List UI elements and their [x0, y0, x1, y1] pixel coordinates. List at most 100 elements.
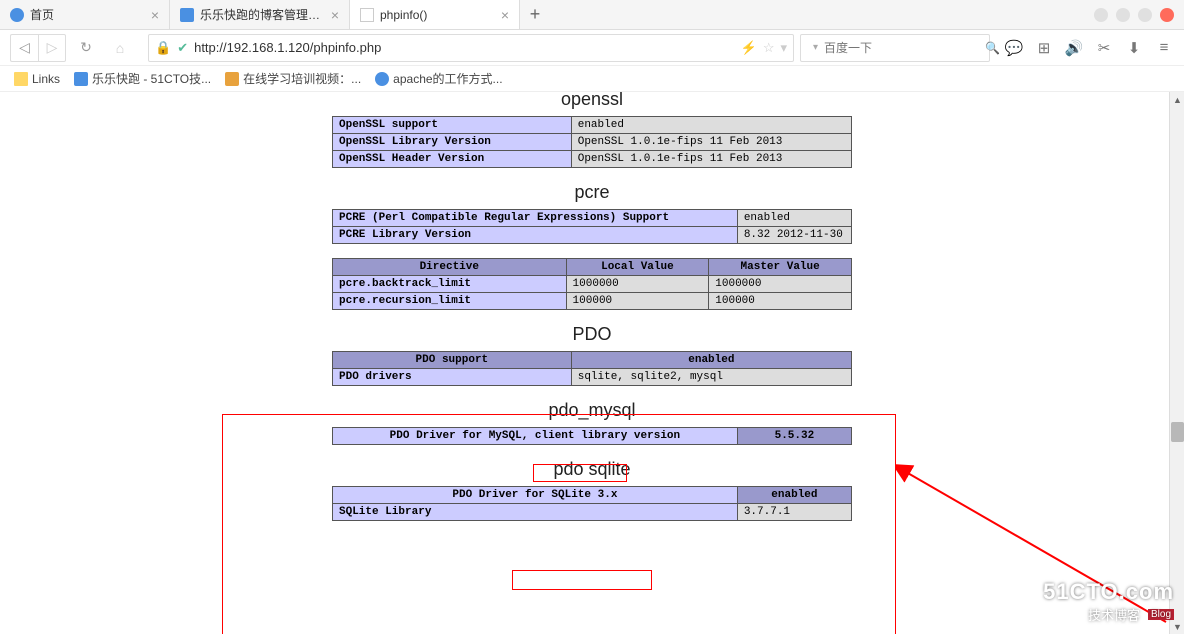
- col-enabled: enabled: [571, 352, 851, 369]
- tab-title: phpinfo(): [380, 8, 495, 22]
- download-icon[interactable]: ⬇: [1124, 38, 1144, 58]
- qr-icon[interactable]: ⊞: [1034, 38, 1054, 58]
- table-row: OpenSSL Header VersionOpenSSL 1.0.1e-fip…: [333, 151, 852, 168]
- tab-phpinfo[interactable]: phpinfo() ×: [350, 0, 520, 29]
- bookmark-training[interactable]: 在线学习培训视频：...: [225, 70, 361, 87]
- cell-val: enabled: [737, 210, 851, 227]
- cell-val: enabled: [571, 117, 851, 134]
- back-button[interactable]: ◁: [10, 34, 38, 62]
- watermark-tag: Blog: [1148, 609, 1174, 620]
- cell-val: 5.5.32: [737, 428, 851, 445]
- table-row: pcre.backtrack_limit10000001000000: [333, 276, 852, 293]
- pcre-main-table: PCRE (Perl Compatible Regular Expression…: [332, 209, 852, 244]
- bookmark-star-icon[interactable]: ☆: [763, 40, 775, 56]
- search-box[interactable]: ▾ 🔍: [800, 34, 990, 62]
- minimize-icon[interactable]: [1116, 8, 1130, 22]
- table-header-row: PDO supportenabled: [333, 352, 852, 369]
- tab-title: 首页: [30, 6, 145, 23]
- search-input[interactable]: [824, 41, 979, 55]
- cell-key: OpenSSL support: [333, 117, 572, 134]
- cell-val: OpenSSL 1.0.1e-fips 11 Feb 2013: [571, 134, 851, 151]
- dropdown-icon[interactable]: ▾: [780, 40, 787, 56]
- watermark-line1: 51CTO.com: [1043, 579, 1174, 605]
- cell-val: enabled: [737, 487, 851, 504]
- section-title-openssl: openssl: [332, 92, 852, 110]
- tab-blog-admin[interactable]: 乐乐快跑的博客管理后台-... ×: [170, 0, 350, 29]
- col-support: PDO support: [333, 352, 572, 369]
- col-master: Master Value: [709, 259, 852, 276]
- bookmark-links[interactable]: Links: [14, 72, 60, 86]
- close-icon[interactable]: ×: [501, 7, 509, 23]
- cell-key: OpenSSL Header Version: [333, 151, 572, 168]
- table-header-row: DirectiveLocal ValueMaster Value: [333, 259, 852, 276]
- menu-icon[interactable]: ≡: [1154, 38, 1174, 58]
- maximize-icon[interactable]: [1138, 8, 1152, 22]
- cell-key: PCRE Library Version: [333, 227, 738, 244]
- window-close-icon[interactable]: [1160, 8, 1174, 22]
- table-row: OpenSSL supportenabled: [333, 117, 852, 134]
- globe-icon: [10, 8, 24, 22]
- cell-master: 1000000: [709, 276, 852, 293]
- bookmark-51cto[interactable]: 乐乐快跑 - 51CTO技...: [74, 70, 211, 87]
- phpinfo-content: openssl OpenSSL supportenabled OpenSSL L…: [332, 92, 852, 521]
- pdo-table: PDO supportenabled PDO driverssqlite, sq…: [332, 351, 852, 386]
- pdo-sqlite-table: PDO Driver for SQLite 3.xenabled SQLite …: [332, 486, 852, 521]
- search-icon[interactable]: 🔍: [985, 41, 1000, 55]
- scroll-up-icon[interactable]: ▲: [1170, 92, 1184, 107]
- bookmark-label: Links: [32, 72, 60, 86]
- flash-icon[interactable]: ⚡: [741, 40, 757, 56]
- section-title-pdo-sqlite: pdo sqlite: [332, 459, 852, 480]
- cell-key: PCRE (Perl Compatible Regular Expression…: [333, 210, 738, 227]
- sync-icon[interactable]: [1094, 8, 1108, 22]
- watermark: 51CTO.com 技术博客 Blog: [1043, 579, 1174, 624]
- search-dropdown-icon[interactable]: ▾: [813, 42, 818, 53]
- site-icon: [375, 72, 389, 86]
- cell-key: SQLite Library: [333, 504, 738, 521]
- scissors-icon[interactable]: ✂: [1094, 38, 1114, 58]
- scrollbar-thumb[interactable]: [1171, 422, 1184, 442]
- bookmark-label: 在线学习培训视频：...: [243, 70, 361, 87]
- cell-val: sqlite, sqlite2, mysql: [571, 369, 851, 386]
- section-title-pdo-mysql: pdo_mysql: [332, 400, 852, 421]
- table-row: PCRE (Perl Compatible Regular Expression…: [333, 210, 852, 227]
- table-row: PDO Driver for MySQL, client library ver…: [333, 428, 852, 445]
- table-row: OpenSSL Library VersionOpenSSL 1.0.1e-fi…: [333, 134, 852, 151]
- table-row: PDO driverssqlite, sqlite2, mysql: [333, 369, 852, 386]
- cell-key: pcre.backtrack_limit: [333, 276, 567, 293]
- cell-val: 3.7.7.1: [737, 504, 851, 521]
- bookmark-label: apache的工作方式...: [393, 70, 502, 87]
- home-button[interactable]: ⌂: [106, 34, 134, 62]
- close-icon[interactable]: ×: [331, 7, 339, 23]
- sound-icon[interactable]: 🔊: [1064, 38, 1084, 58]
- vertical-scrollbar[interactable]: ▲ ▼: [1169, 92, 1184, 634]
- tab-home[interactable]: 首页 ×: [0, 0, 170, 29]
- url-input[interactable]: [194, 40, 735, 55]
- openssl-table: OpenSSL supportenabled OpenSSL Library V…: [332, 116, 852, 168]
- page-icon: [360, 8, 374, 22]
- cell-val: 8.32 2012-11-30: [737, 227, 851, 244]
- cell-local: 100000: [566, 293, 709, 310]
- window-controls: [1094, 8, 1184, 22]
- table-row: PCRE Library Version8.32 2012-11-30: [333, 227, 852, 244]
- bookmark-apache[interactable]: apache的工作方式...: [375, 70, 502, 87]
- new-tab-button[interactable]: +: [520, 4, 550, 25]
- reload-button[interactable]: ↻: [72, 34, 100, 62]
- close-icon[interactable]: ×: [151, 7, 159, 23]
- chat-icon[interactable]: 💬: [1004, 38, 1024, 58]
- site-icon: [180, 8, 194, 22]
- cell-master: 100000: [709, 293, 852, 310]
- cell-key: pcre.recursion_limit: [333, 293, 567, 310]
- watermark-line2: 技术博客: [1088, 605, 1140, 624]
- table-row: SQLite Library3.7.7.1: [333, 504, 852, 521]
- cell-key: PDO Driver for SQLite 3.x: [333, 487, 738, 504]
- pcre-directives-table: DirectiveLocal ValueMaster Value pcre.ba…: [332, 258, 852, 310]
- address-bar[interactable]: 🔒 ✔ ⚡ ☆ ▾: [148, 34, 794, 62]
- forward-button[interactable]: ▷: [38, 34, 66, 62]
- tabs-bar: 首页 × 乐乐快跑的博客管理后台-... × phpinfo() × +: [0, 0, 1184, 30]
- table-row: PDO Driver for SQLite 3.xenabled: [333, 487, 852, 504]
- col-local: Local Value: [566, 259, 709, 276]
- site-icon: [225, 72, 239, 86]
- cell-key: PDO drivers: [333, 369, 572, 386]
- cell-key: PDO Driver for MySQL, client library ver…: [333, 428, 738, 445]
- nav-bar: ◁ ▷ ↻ ⌂ 🔒 ✔ ⚡ ☆ ▾ ▾ 🔍 💬 ⊞ 🔊 ✂ ⬇ ≡: [0, 30, 1184, 66]
